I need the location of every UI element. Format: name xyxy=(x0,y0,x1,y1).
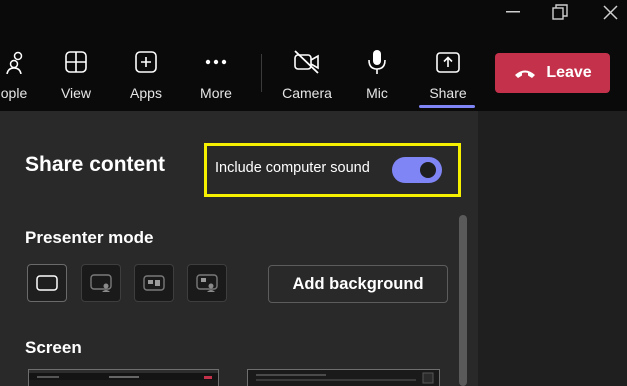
close-window-button[interactable] xyxy=(598,0,622,24)
screen-preview-1 xyxy=(29,370,218,386)
include-sound-toggle[interactable] xyxy=(392,157,442,183)
toggle-knob xyxy=(420,162,436,178)
camera-label: Camera xyxy=(282,85,332,101)
share-active-indicator xyxy=(419,105,475,108)
people-button[interactable]: ople xyxy=(0,36,34,111)
share-label: Share xyxy=(429,85,467,101)
meeting-stage-edge xyxy=(478,111,627,386)
panel-scrollbar[interactable] xyxy=(459,215,467,386)
presenter-mode-reporter[interactable] xyxy=(187,264,227,302)
hang-up-icon xyxy=(515,70,536,78)
presenter-mode-title: Presenter mode xyxy=(25,228,154,247)
grid-view-icon xyxy=(64,50,88,74)
people-label: ople xyxy=(0,85,28,101)
camera-button[interactable]: Camera xyxy=(282,36,332,111)
presenter-mode-standout[interactable] xyxy=(81,264,121,302)
apps-button[interactable]: Apps xyxy=(126,36,166,111)
people-icon xyxy=(2,50,26,74)
presenter-mode-content-only[interactable] xyxy=(27,264,67,302)
title-bar xyxy=(0,0,627,36)
more-dots-icon xyxy=(204,50,228,74)
more-label: More xyxy=(200,85,232,101)
toolbar-divider xyxy=(261,54,262,92)
screen-thumbnail-1[interactable] xyxy=(28,369,219,386)
standout-icon xyxy=(90,274,112,292)
microphone-icon xyxy=(367,50,387,74)
meeting-toolbar: ople View Apps More Camera Mic Share Lea… xyxy=(0,36,627,111)
add-background-button[interactable]: Add background xyxy=(268,265,448,303)
screen-section-title: Screen xyxy=(25,338,82,357)
add-apps-icon xyxy=(134,50,158,74)
mic-button[interactable]: Mic xyxy=(357,36,397,111)
presenter-mode-side-by-side[interactable] xyxy=(134,264,174,302)
camera-off-icon xyxy=(293,50,321,74)
share-button[interactable]: Share xyxy=(426,36,470,111)
include-sound-label: Include computer sound xyxy=(215,160,370,176)
restore-button[interactable] xyxy=(547,0,573,24)
content-only-icon xyxy=(36,275,58,291)
apps-label: Apps xyxy=(130,85,162,101)
share-tray-icon xyxy=(435,50,461,74)
share-content-title: Share content xyxy=(25,153,166,176)
more-button[interactable]: More xyxy=(196,36,236,111)
add-background-label: Add background xyxy=(292,274,424,293)
reporter-icon xyxy=(196,274,218,292)
leave-label: Leave xyxy=(546,64,592,81)
mic-label: Mic xyxy=(366,85,388,101)
screen-thumbnail-2[interactable] xyxy=(247,369,440,386)
screen-preview-2 xyxy=(248,370,439,386)
view-button[interactable]: View xyxy=(56,36,96,111)
side-by-side-icon xyxy=(143,275,165,291)
minimize-button[interactable] xyxy=(500,0,526,24)
leave-button[interactable]: Leave xyxy=(495,53,610,93)
view-label: View xyxy=(60,85,92,101)
